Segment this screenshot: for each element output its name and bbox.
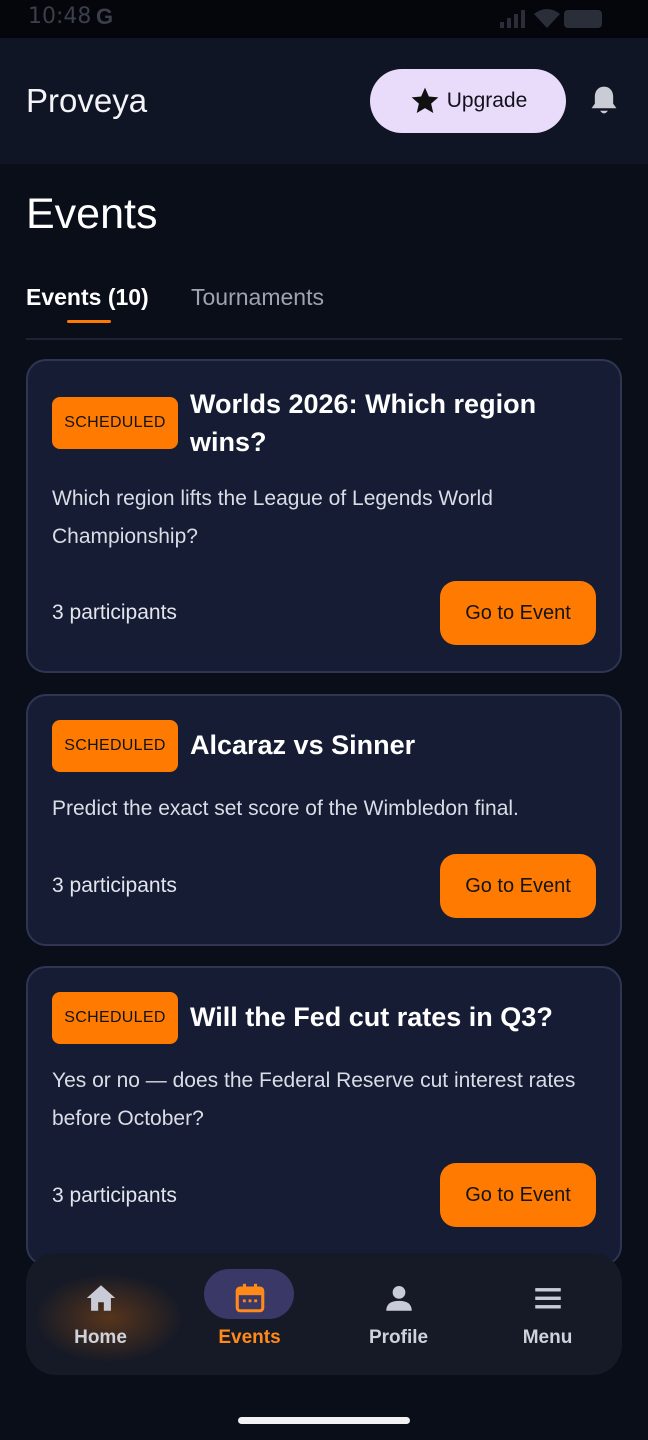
status-badge: SCHEDULED [52,720,178,772]
nav-home-label: Home [74,1327,127,1348]
event-title: Worlds 2026: Which region wins? [190,389,537,457]
upgrade-label: Upgrade [446,89,528,112]
tab-events[interactable]: Events (10) [26,284,149,311]
participants-count: 3 participants [52,601,177,624]
calendar-icon [235,1283,264,1313]
battery-icon [564,10,602,28]
participants-count: 3 participants [52,1184,177,1207]
app-title: Proveya [26,82,148,119]
event-title: Will the Fed cut rates in Q3? [190,1002,553,1032]
notifications-bell-icon[interactable] [588,84,620,118]
nav-profile-label: Profile [368,1327,429,1348]
signal-icon [500,10,525,28]
bottom-navigation: Home Events Profile Menu [26,1253,622,1375]
nav-profile[interactable]: Profile [324,1253,473,1375]
event-card: SCHEDULED Worlds 2026: Which region wins… [26,359,622,673]
event-card: SCHEDULED Will the Fed cut rates in Q3? … [26,966,622,1266]
tab-bar: Events (10) Tournaments [26,280,622,340]
event-card: SCHEDULED Alcaraz vs Sinner Predict the … [26,694,622,946]
status-time: 10:48 [28,4,92,29]
status-badge: SCHEDULED [52,397,178,449]
active-tab-indicator [67,320,111,323]
nav-events[interactable]: Events [175,1253,324,1375]
menu-icon [534,1288,561,1309]
participants-count: 3 participants [52,874,177,897]
go-to-event-button[interactable]: Go to Event [440,854,596,918]
nav-home[interactable]: Home [26,1253,175,1375]
star-icon [411,87,439,113]
go-to-event-button[interactable]: Go to Event [440,581,596,645]
event-description: Which region lifts the League of Legends… [52,487,493,548]
event-description: Predict the exact set score of the Wimbl… [52,797,519,820]
page-title: Events [26,190,158,238]
status-bar: 10:48 G [0,0,648,38]
home-icon [86,1285,115,1311]
event-title: Alcaraz vs Sinner [190,730,416,760]
upgrade-button[interactable]: Upgrade [370,69,566,133]
person-icon [385,1285,412,1311]
wifi-icon [534,9,560,28]
event-description: Yes or no — does the Federal Reserve cut… [52,1069,576,1130]
nav-menu-label: Menu [522,1327,573,1348]
go-to-event-button[interactable]: Go to Event [440,1163,596,1227]
nav-menu[interactable]: Menu [473,1253,622,1375]
google-notification-icon: G [96,4,114,29]
nav-events-label: Events [218,1327,281,1348]
app-bar: Proveya Upgrade [0,38,648,164]
status-badge: SCHEDULED [52,992,178,1044]
tab-tournaments[interactable]: Tournaments [191,284,324,311]
gesture-home-indicator[interactable] [238,1417,410,1424]
